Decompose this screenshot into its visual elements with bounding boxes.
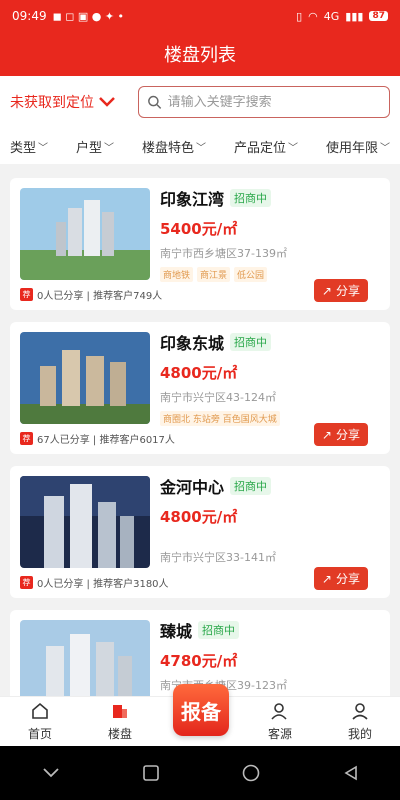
- notification-icons: ◼ ◻ ▣ ● ✦ •: [52, 9, 125, 23]
- signal-icon: ▮▮▮: [345, 9, 364, 23]
- listing-photo: [20, 188, 150, 280]
- filter-features[interactable]: 楼盘特色 ﹀: [142, 137, 206, 156]
- filter-type[interactable]: 类型 ﹀: [10, 137, 48, 156]
- tab-label: 首页: [27, 727, 52, 741]
- listing-photo: [20, 332, 150, 424]
- listing-address: 南宁市兴宁区43-124㎡: [160, 391, 276, 404]
- chevron-down-icon: ﹀: [379, 142, 390, 154]
- user-icon: [350, 699, 370, 723]
- report-button-label: 报备: [181, 699, 221, 724]
- listing-card[interactable]: 印象东城 招商中 4800元/㎡ 南宁市兴宁区43-124㎡ 商圈北 东站旁 百…: [10, 322, 390, 454]
- status-bar: 09:49 ◼ ◻ ▣ ● ✦ • ▯ ◠ 4G ▮▮▮ 87: [0, 0, 400, 32]
- share-icon: ↗: [321, 571, 332, 586]
- chevron-down-icon[interactable]: [42, 767, 60, 779]
- home-icon: [30, 699, 50, 723]
- system-nav-bar: [0, 746, 400, 800]
- filter-bar: 类型 ﹀ 户型 ﹀ 楼盘特色 ﹀ 产品定位 ﹀ 使用年限 ﹀: [0, 128, 400, 164]
- share-icon: ↗: [321, 427, 332, 442]
- tab-mine[interactable]: 我的: [330, 699, 390, 742]
- listing-tag: 低公园: [234, 267, 268, 282]
- chevron-down-icon: [99, 97, 115, 107]
- network-label: 4G: [323, 9, 340, 23]
- vibrate-icon: ▯: [296, 9, 303, 23]
- search-input[interactable]: [167, 94, 381, 110]
- share-stats-text: 67人已分享 | 推荐客户6017人: [37, 435, 175, 446]
- person-add-icon: [270, 699, 290, 723]
- back-icon[interactable]: [343, 765, 359, 781]
- filter-label: 产品定位: [233, 140, 286, 156]
- filter-label: 户型: [75, 140, 102, 156]
- recent-apps-icon[interactable]: [142, 765, 159, 781]
- buildings-icon: [110, 699, 130, 723]
- share-stats: 荐 67人已分享 | 推荐客户6017人: [20, 431, 175, 446]
- share-button[interactable]: ↗ 分享: [313, 567, 368, 590]
- listing-name: 金河中心: [160, 478, 225, 497]
- share-stats-icon: 荐: [20, 288, 33, 301]
- listing-card[interactable]: 金河中心 招商中 4800元/㎡ 南宁市兴宁区33-141㎡ 荐 0人已分享 |…: [10, 466, 390, 598]
- tab-home[interactable]: 首页: [10, 699, 70, 742]
- chevron-down-icon: ﹀: [104, 142, 114, 154]
- filter-positioning[interactable]: 产品定位 ﹀: [234, 137, 298, 156]
- status-badge: 招商中: [230, 333, 272, 351]
- status-badge: 招商中: [198, 621, 240, 639]
- chevron-down-icon: ﹀: [38, 142, 49, 154]
- share-stats-icon: 荐: [20, 576, 33, 589]
- tab-listings[interactable]: 楼盘: [90, 699, 150, 742]
- listing-card[interactable]: 印象江湾 招商中 5400元/㎡ 南宁市西乡塘区37-139㎡ 商地铁 商江景 …: [10, 178, 390, 310]
- share-stats-text: 0人已分享 | 推荐客户749人: [37, 291, 163, 302]
- location-label: 未获取到定位: [10, 95, 94, 111]
- filter-label: 使用年限: [325, 140, 378, 156]
- listing-price: 5400元/㎡: [160, 220, 238, 238]
- share-button[interactable]: ↗ 分享: [313, 423, 368, 446]
- listing-price: 4800元/㎡: [160, 508, 238, 526]
- chevron-down-icon: ﹀: [287, 142, 298, 154]
- listing-price: 4780元/㎡: [160, 652, 238, 670]
- listing-name: 印象江湾: [160, 190, 225, 209]
- listing-tag: 商圈北 东站旁 百色国风大城: [160, 411, 280, 426]
- listing-tag: 商江景: [197, 267, 231, 282]
- wifi-icon: ◠: [308, 9, 318, 23]
- listing-address: 南宁市兴宁区33-141㎡: [160, 551, 276, 564]
- filter-label: 类型: [10, 140, 37, 156]
- search-row: 未获取到定位: [0, 76, 400, 128]
- home-circle-icon[interactable]: [242, 764, 260, 782]
- status-badge: 招商中: [230, 477, 272, 495]
- share-button-label: 分享: [335, 284, 360, 298]
- filter-term[interactable]: 使用年限 ﹀: [326, 137, 390, 156]
- share-icon: ↗: [321, 283, 332, 298]
- listing-address: 南宁市西乡塘区37-139㎡: [160, 247, 287, 260]
- share-button-label: 分享: [335, 572, 360, 586]
- chevron-down-icon: ﹀: [195, 142, 206, 154]
- search-box[interactable]: [138, 86, 390, 118]
- status-badge: 招商中: [230, 189, 272, 207]
- filter-label: 楼盘特色: [141, 140, 194, 156]
- listing-list: 印象江湾 招商中 5400元/㎡ 南宁市西乡塘区37-139㎡ 商地铁 商江景 …: [0, 168, 400, 696]
- share-stats-text: 0人已分享 | 推荐客户3180人: [37, 579, 169, 590]
- share-button-label: 分享: [335, 428, 360, 442]
- search-icon: [148, 95, 162, 109]
- battery-indicator: 87: [369, 11, 388, 21]
- listing-name: 臻城: [160, 622, 193, 641]
- listing-photo: [20, 476, 150, 568]
- status-time: 09:49: [12, 9, 47, 23]
- share-stats: 荐 0人已分享 | 推荐客户749人: [20, 287, 162, 302]
- tab-label: 客源: [267, 727, 292, 741]
- share-stats: 荐 0人已分享 | 推荐客户3180人: [20, 575, 169, 590]
- share-stats-icon: 荐: [20, 432, 33, 445]
- page-title: 楼盘列表: [164, 45, 236, 66]
- tab-label: 楼盘: [107, 727, 132, 741]
- filter-layout[interactable]: 户型 ﹀: [76, 137, 114, 156]
- share-button[interactable]: ↗ 分享: [313, 279, 368, 302]
- listing-name: 印象东城: [160, 334, 225, 353]
- page-header: 楼盘列表: [0, 32, 400, 76]
- listing-price: 4800元/㎡: [160, 364, 238, 382]
- tab-clients[interactable]: 客源: [250, 699, 310, 742]
- report-button[interactable]: 报备: [173, 684, 229, 736]
- tab-label: 我的: [347, 727, 372, 741]
- location-selector[interactable]: 未获取到定位: [10, 92, 138, 112]
- listing-photo: [20, 620, 150, 696]
- listing-tag: 商地铁: [160, 267, 194, 282]
